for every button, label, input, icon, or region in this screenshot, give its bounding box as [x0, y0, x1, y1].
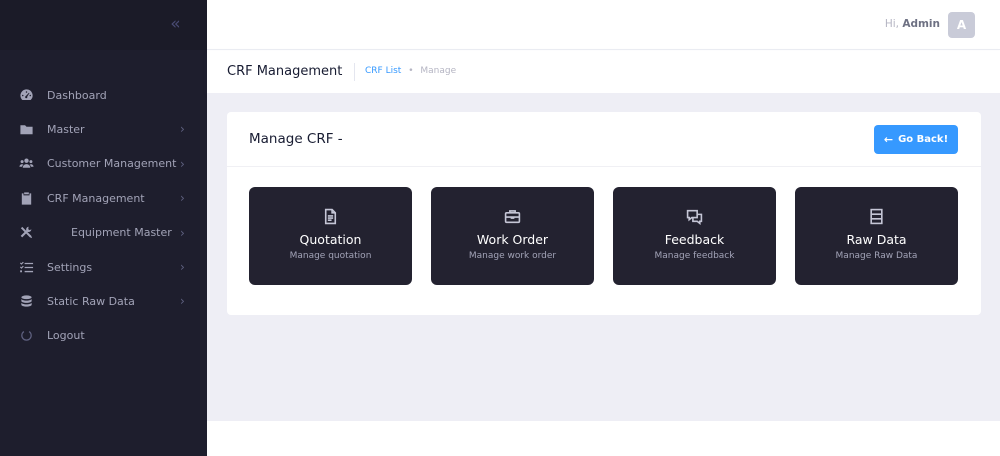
chevron-right-icon: › [180, 259, 185, 274]
chevron-right-icon: › [180, 294, 185, 309]
arrow-left-icon: ← [883, 133, 894, 146]
sidebar-item-label: Equipment Master [71, 226, 172, 240]
briefcase-icon [431, 208, 594, 226]
work-order-tile[interactable]: Work Order Manage work order [431, 187, 594, 285]
breadcrumb-current: Manage [420, 66, 457, 76]
sidebar-item-equipment-master[interactable]: Equipment Master › [0, 216, 207, 250]
sidebar-menu: Dashboard Master › Customer Management ›… [0, 78, 207, 353]
tile-title: Feedback [664, 232, 725, 247]
sidebar: « Dashboard Master › Customer Management… [0, 0, 207, 456]
sidebar-item-label: Settings [47, 260, 93, 274]
chat-bubbles-icon [613, 208, 776, 226]
tile-subtitle: Manage work order [468, 251, 557, 261]
subheader: CRF Management CRF List • Manage [207, 51, 1000, 93]
chevron-right-icon: › [180, 225, 185, 240]
breadcrumb-crf-list-link[interactable]: CRF List [365, 66, 401, 76]
user-name: Admin [902, 18, 940, 30]
top-header: Hi, Admin A [207, 0, 1000, 50]
card-divider [227, 166, 981, 167]
sidebar-item-label: Logout [47, 329, 85, 343]
sidebar-item-label: Dashboard [47, 88, 107, 102]
sidebar-item-customer-management[interactable]: Customer Management › [0, 147, 207, 181]
user-avatar[interactable]: A [948, 12, 975, 38]
breadcrumb-separator: • [408, 66, 414, 76]
sidebar-item-crf-management[interactable]: CRF Management › [0, 181, 207, 215]
sidebar-collapse-icon[interactable]: « [164, 14, 184, 34]
sidebar-item-label: CRF Management [47, 191, 145, 205]
main-content: Manage CRF - ← Go Back! Quotation Manage… [207, 93, 1000, 421]
feedback-tile[interactable]: Feedback Manage feedback [613, 187, 776, 285]
manage-crf-card: Manage CRF - ← Go Back! Quotation Manage… [227, 112, 981, 315]
sidebar-item-label: Static Raw Data [47, 295, 135, 309]
table-rows-icon [795, 208, 958, 226]
tile-subtitle: Manage Raw Data [835, 251, 918, 261]
sidebar-item-logout[interactable]: Logout [0, 319, 207, 353]
user-greeting[interactable]: Hi, Admin [885, 18, 940, 30]
go-back-button[interactable]: ← Go Back! [874, 125, 958, 154]
sidebar-item-static-raw-data[interactable]: Static Raw Data › [0, 284, 207, 318]
chevron-right-icon: › [180, 156, 185, 171]
sidebar-brand-area: « [0, 0, 207, 50]
sidebar-item-dashboard[interactable]: Dashboard [0, 78, 207, 112]
power-icon [18, 328, 34, 344]
tile-title: Quotation [299, 232, 362, 247]
users-icon [18, 156, 34, 172]
tile-title: Work Order [476, 232, 549, 247]
breadcrumb: CRF List • Manage [365, 66, 456, 76]
dashboard-gauge-icon [18, 87, 34, 103]
card-title: Manage CRF - [249, 131, 343, 147]
tile-subtitle: Manage feedback [654, 251, 735, 261]
sidebar-item-settings[interactable]: Settings › [0, 250, 207, 284]
clipboard-icon [18, 190, 34, 206]
list-check-icon [18, 259, 34, 275]
chevron-right-icon: › [180, 191, 185, 206]
raw-data-tile[interactable]: Raw Data Manage Raw Data [795, 187, 958, 285]
database-icon [18, 294, 34, 310]
document-icon [249, 208, 412, 226]
subheader-divider [354, 63, 355, 81]
quotation-tile[interactable]: Quotation Manage quotation [249, 187, 412, 285]
sidebar-item-label: Customer Management [47, 157, 177, 171]
tools-icon [18, 225, 34, 241]
sidebar-item-master[interactable]: Master › [0, 112, 207, 146]
folder-icon [18, 122, 34, 138]
greeting-prefix: Hi, [884, 18, 899, 30]
chevron-right-icon: › [180, 122, 185, 137]
tile-subtitle: Manage quotation [289, 251, 372, 261]
page-title: CRF Management [227, 64, 343, 79]
sidebar-item-label: Master [47, 123, 85, 137]
tile-title: Raw Data [846, 232, 907, 247]
go-back-label: Go Back! [898, 134, 949, 145]
